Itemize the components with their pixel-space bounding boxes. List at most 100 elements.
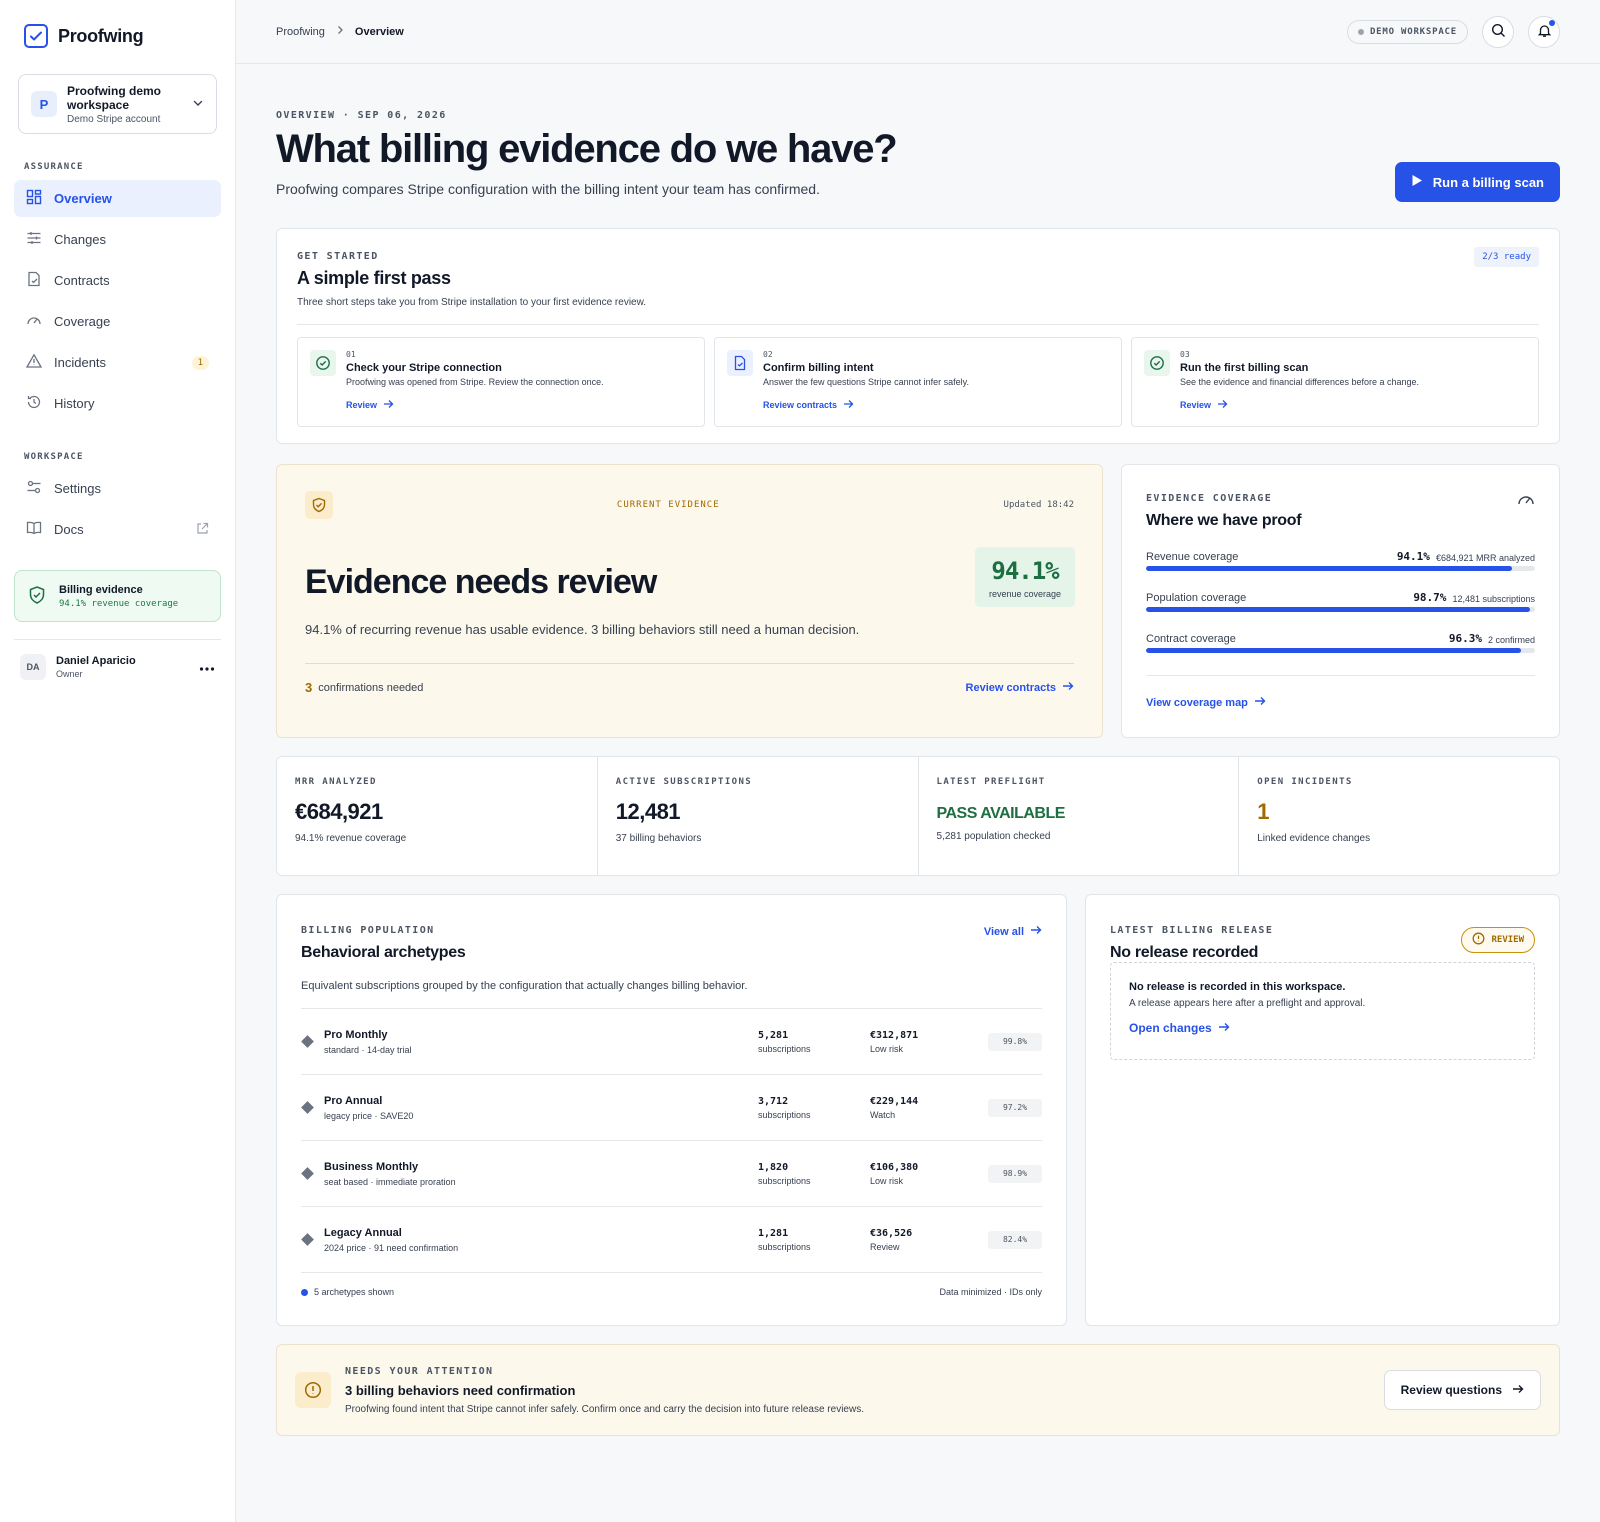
archetype-name: Legacy Annual (324, 1226, 402, 1239)
diamond-icon (301, 1233, 314, 1246)
kpi-sub: 5,281 population checked (936, 831, 1051, 842)
coverage-extra: 12,481 subscriptions (1452, 594, 1535, 604)
search-button[interactable] (1482, 15, 1514, 48)
coverage-bar-fill (1146, 566, 1513, 571)
coverage-bar (1146, 607, 1535, 612)
coverage-percent: 98.7% (1413, 591, 1447, 604)
warning-icon (25, 353, 43, 372)
archetype-risk: Review (870, 1241, 900, 1252)
book-icon (26, 520, 42, 539)
brand[interactable]: Proofwing (14, 22, 221, 50)
archetype-risk: Low risk (870, 1043, 904, 1054)
notifications-button[interactable] (1528, 15, 1560, 48)
empty-description: A release appears here after a preflight… (1129, 998, 1366, 1009)
sidebar-item-settings[interactable]: Settings (14, 470, 221, 507)
table-row[interactable]: Pro Annual legacy price · SAVE20 3,712 sub… (301, 1074, 1042, 1140)
billing-population-card: BILLING POPULATION Behavioral archetypes… (276, 894, 1067, 1326)
step-card-billing-intent: 02 Confirm billing intent Answer the few… (714, 337, 1122, 427)
archetype-risk: Watch (870, 1109, 896, 1120)
workspace-account: Demo Stripe account (67, 113, 161, 125)
sidebar-item-incidents[interactable]: Incidents 1 (14, 344, 221, 381)
coverage-row-population: Population coverage 98.7% 12,481 subscript… (1146, 591, 1535, 612)
step-review-contracts-link[interactable]: Review contracts (763, 399, 969, 411)
get-started-eyebrow: GET STARTED (297, 251, 379, 262)
current-evidence-label: CURRENT EVIDENCE (616, 500, 720, 510)
coverage-percent: 94.1% (1396, 550, 1430, 563)
archetype-coverage: 82.4% (988, 1230, 1042, 1249)
sidebar-item-contracts[interactable]: Contracts (14, 262, 221, 299)
review-contracts-link[interactable]: Review contracts (966, 681, 1074, 694)
kpi-label: MRR ANALYZED (295, 777, 377, 787)
view-coverage-map-link[interactable]: View coverage map (1146, 696, 1535, 709)
run-billing-scan-button[interactable]: Run a billing scan (1394, 162, 1560, 202)
page-subtitle: Proofwing compares Stripe configuration … (276, 181, 820, 197)
revenue-coverage-label: revenue coverage (988, 589, 1062, 599)
more-options-icon[interactable] (199, 660, 215, 675)
divider (305, 663, 1074, 664)
coverage-percent: 96.3% (1448, 632, 1482, 645)
archetype-count-label: subscriptions (758, 1241, 811, 1252)
sidebar-item-changes[interactable]: Changes (14, 221, 221, 258)
sidebar-item-docs[interactable]: Docs (14, 511, 221, 548)
sidebar-item-label: Coverage (54, 314, 111, 329)
step-review-link[interactable]: Review (346, 399, 604, 411)
billing-evidence-summary[interactable]: Billing evidence 94.1% revenue coverage (14, 570, 221, 622)
user-menu[interactable]: DA Daniel Aparicio Owner (14, 640, 221, 694)
chevron-down-icon (192, 97, 204, 112)
workspace-switcher[interactable]: P Proofwing demo workspace Demo Stripe a… (18, 74, 217, 134)
coverage-title: Where we have proof (1146, 512, 1302, 529)
release-empty-state: No release is recorded in this workspace… (1110, 962, 1535, 1060)
billing-evidence-sub: 94.1% revenue coverage (59, 598, 179, 609)
step-description: Proofwing was opened from Stripe. Review… (346, 377, 604, 387)
step-review-link[interactable]: Review (1180, 399, 1419, 411)
sidebar-item-overview[interactable]: Overview (14, 180, 221, 217)
open-changes-label: Open changes (1129, 1021, 1212, 1035)
table-row[interactable]: Pro Monthly standard · 14-day trial 5,281… (301, 1008, 1042, 1074)
kpi-strip: MRR ANALYZED €684,921 94.1% revenue cove… (276, 756, 1560, 876)
kpi-label: ACTIVE SUBSCRIPTIONS (615, 777, 753, 787)
review-questions-button[interactable]: Review questions (1383, 1370, 1541, 1410)
diamond-icon (301, 1035, 314, 1048)
step-card-first-scan: 03 Run the first billing scan See the ev… (1131, 337, 1539, 427)
archetype-count-label: subscriptions (758, 1043, 811, 1054)
user-name: Daniel Aparicio (56, 655, 136, 667)
kpi-value: 1 (1257, 799, 1269, 824)
archetype-sub: 2024 price · 91 need confirmation (324, 1242, 459, 1253)
sidebar-item-coverage[interactable]: Coverage (14, 303, 221, 340)
coverage-name: Contract coverage (1146, 633, 1236, 645)
page-eyebrow: OVERVIEW · SEP 06, 2026 (276, 110, 447, 121)
billing-evidence-title: Billing evidence (59, 583, 143, 596)
sidebar-item-history[interactable]: History (14, 385, 221, 422)
gauge-icon (26, 312, 42, 331)
population-description: Equivalent subscriptions grouped by the … (301, 980, 748, 992)
step-title: Check your Stripe connection (346, 362, 502, 374)
status-dot-icon (301, 1288, 308, 1296)
document-check-icon (727, 350, 753, 376)
table-row[interactable]: Business Monthly seat based · immediate p… (301, 1140, 1042, 1206)
table-row[interactable]: Legacy Annual 2024 price · 91 need confir… (301, 1206, 1042, 1272)
archetype-count: 5,281 (758, 1029, 789, 1041)
view-all-link[interactable]: View all (984, 925, 1042, 938)
archetype-count-label: subscriptions (758, 1109, 811, 1120)
view-all-label: View all (983, 925, 1024, 938)
workspace-avatar: P (31, 91, 57, 117)
coverage-row-contract: Contract coverage 96.3% 2 confirmed (1146, 632, 1535, 653)
coverage-eyebrow: EVIDENCE COVERAGE (1146, 493, 1273, 504)
get-started-card: GET STARTED A simple first pass Three sh… (276, 228, 1560, 444)
kpi-sub: 37 billing behaviors (615, 833, 702, 844)
confirmations-count: 3 (305, 680, 313, 695)
search-icon (1491, 23, 1506, 41)
sidebar-item-label: History (54, 396, 95, 411)
get-started-subtitle: Three short steps take you from Stripe i… (297, 297, 647, 308)
open-changes-link[interactable]: Open changes (1129, 1021, 1516, 1035)
sidebar-item-label: Settings (54, 481, 101, 496)
archetype-name: Pro Annual (324, 1094, 383, 1107)
arrow-right-icon (1217, 399, 1228, 411)
topbar: Proofwing Overview DEMO WORKSPACE (236, 0, 1600, 64)
divider (1146, 675, 1535, 676)
arrow-right-icon (383, 399, 394, 411)
run-billing-scan-label: Run a billing scan (1432, 174, 1544, 190)
breadcrumb-root[interactable]: Proofwing (276, 26, 325, 38)
archetype-count: 1,820 (758, 1161, 789, 1173)
check-circle-icon (310, 350, 336, 376)
